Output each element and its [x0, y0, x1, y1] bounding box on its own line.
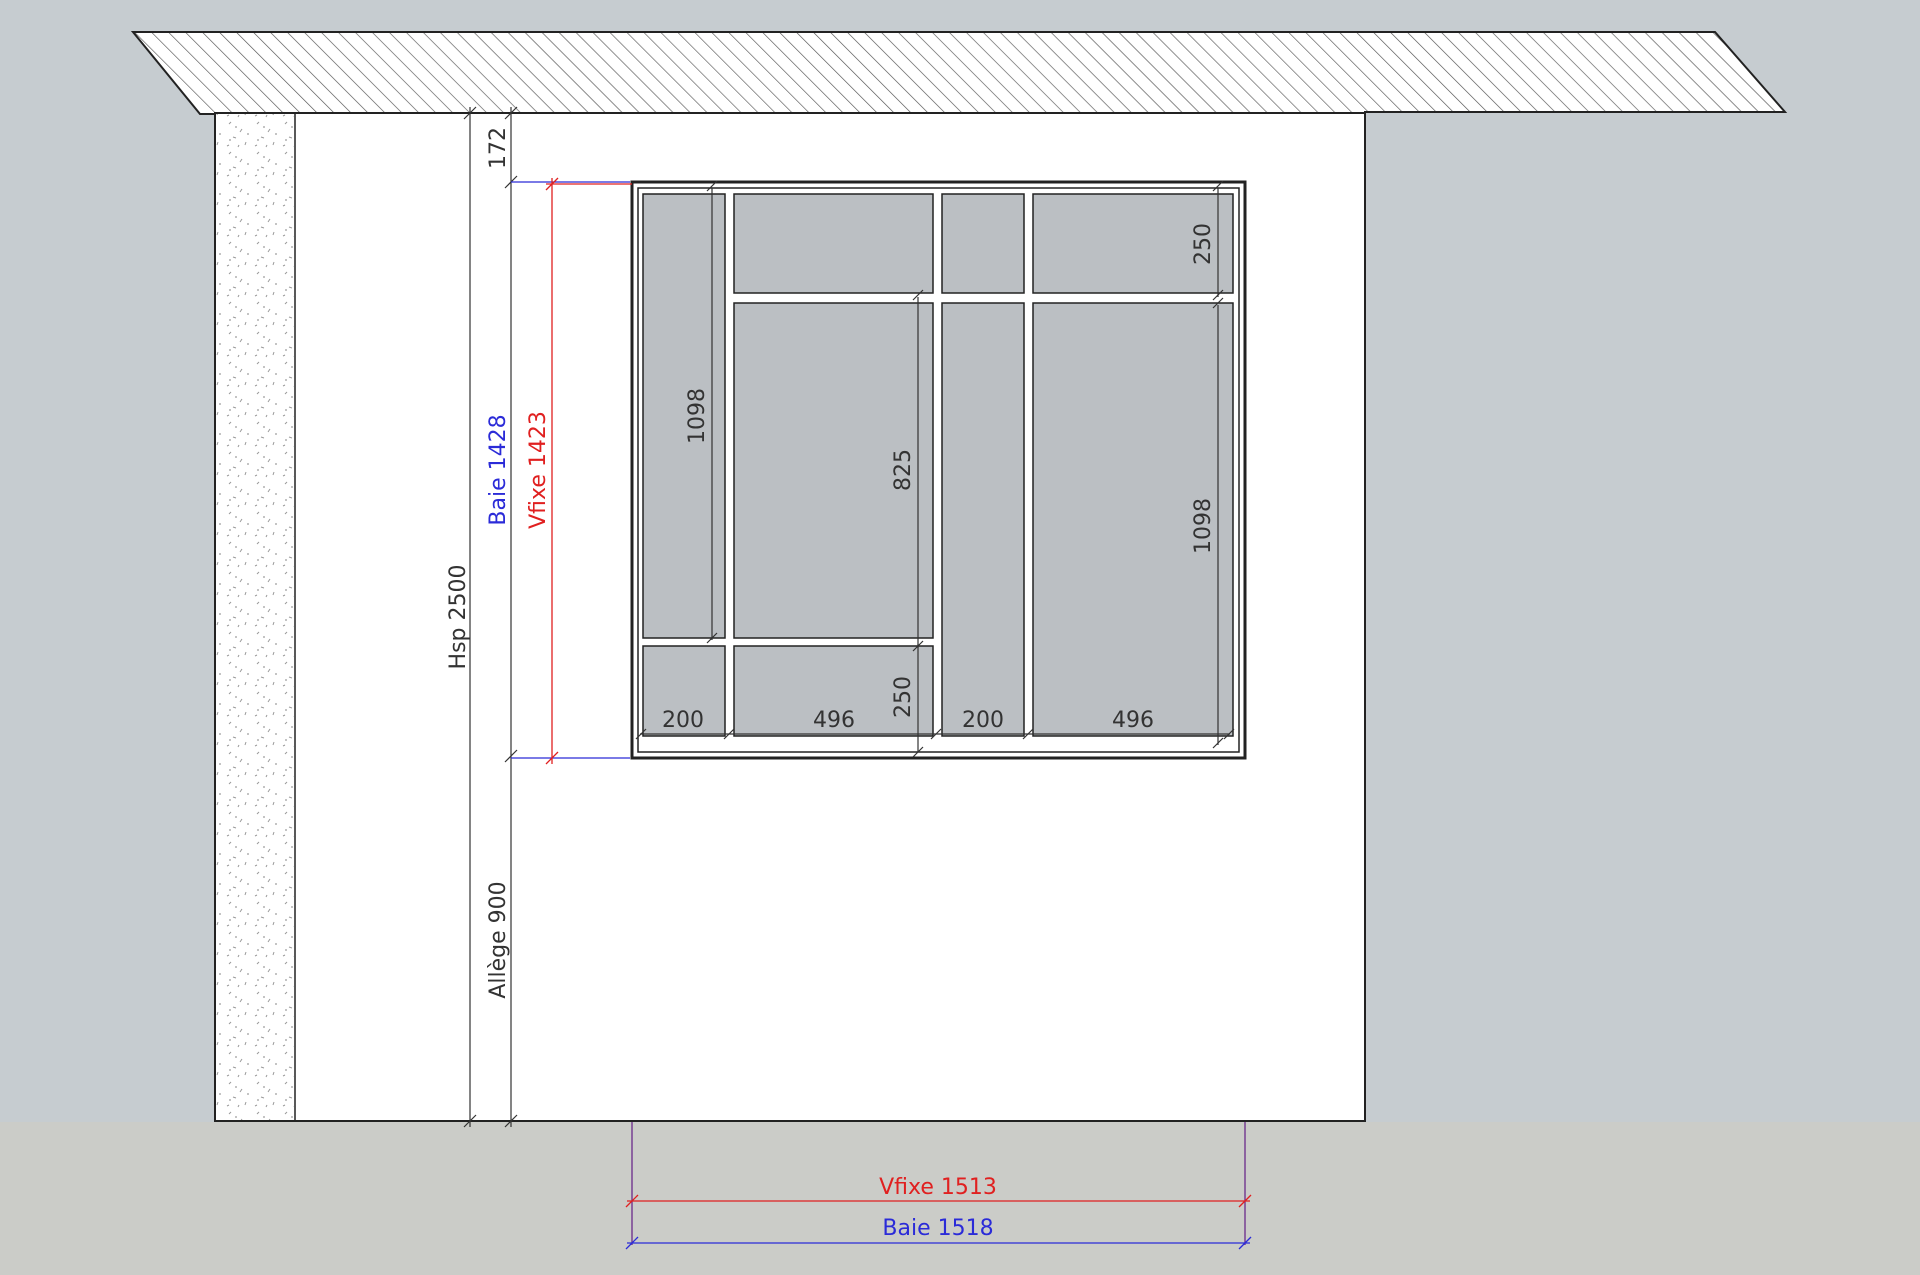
dim-vfixe-height: Vfixe 1423: [526, 411, 551, 529]
dim-bottom-mid: 250: [891, 676, 916, 718]
dim-top-gap: 172: [486, 127, 511, 169]
glass-pane: [941, 302, 1025, 737]
glass-pane: [941, 193, 1025, 294]
dim-mid-vertical: 825: [891, 449, 916, 491]
dim-hsp: Hsp 2500: [446, 565, 471, 670]
dim-baie-height: Baie 1428: [486, 414, 511, 525]
hatched-ceiling-slab: [130, 31, 1788, 115]
dim-baie-width: Baie 1518: [882, 1216, 993, 1241]
dim-bottom-width: 200: [662, 708, 704, 733]
window: [630, 180, 1247, 760]
elevation-drawing: 1098 825 1098 250 250 200 496 200 496 Hs…: [0, 0, 1920, 1275]
dim-bottom-width: 496: [1112, 708, 1154, 733]
glass-pane: [642, 193, 726, 639]
dim-bottom-width: 496: [813, 708, 855, 733]
dim-vfixe-width: Vfixe 1513: [879, 1175, 997, 1200]
dim-right-vertical: 1098: [1191, 498, 1216, 554]
dim-top-right: 250: [1191, 223, 1216, 265]
dim-bottom-width: 200: [962, 708, 1004, 733]
dim-left-vertical: 1098: [685, 388, 710, 444]
glass-pane: [733, 193, 934, 294]
speckled-insulation-column: [216, 114, 294, 1120]
dim-allege: Allège 900: [486, 881, 511, 998]
